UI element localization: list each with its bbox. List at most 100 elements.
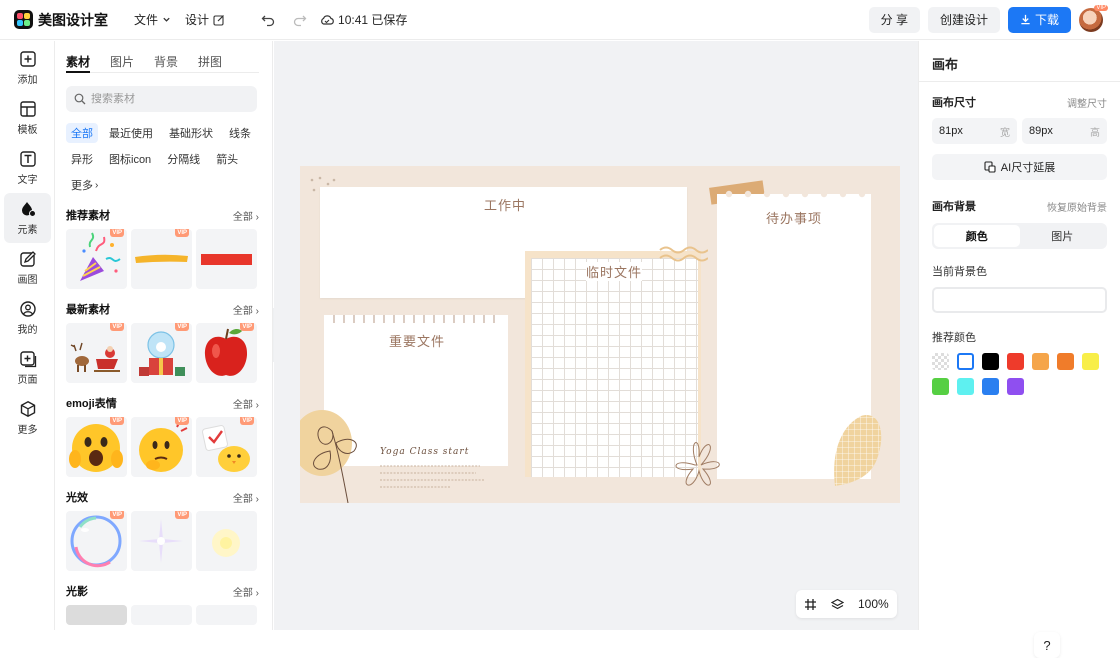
rail-item-draw[interactable]: 画图 bbox=[0, 243, 55, 293]
redo-icon[interactable] bbox=[293, 13, 307, 27]
share-button[interactable]: 分 享 bbox=[868, 6, 920, 33]
material-thumb-apple[interactable]: VIP bbox=[196, 323, 257, 383]
rail-item-more[interactable]: 更多 bbox=[0, 393, 55, 443]
chip-all[interactable]: 全部 bbox=[66, 123, 98, 143]
ai-extend-label: AI尺寸延展 bbox=[1000, 162, 1056, 174]
edit-icon bbox=[213, 14, 224, 26]
app-logo[interactable]: 美图设计室 bbox=[14, 10, 108, 30]
section-title: 光效 bbox=[66, 492, 88, 504]
width-unit: 宽 bbox=[1000, 127, 1010, 139]
color-swatch[interactable] bbox=[1007, 378, 1024, 395]
rail-item-add[interactable]: 添加 bbox=[0, 43, 55, 93]
vip-badge: VIP bbox=[175, 511, 189, 519]
shocked-emoji-icon bbox=[69, 424, 123, 472]
ai-extend-button[interactable]: AI尺寸延展 bbox=[932, 154, 1107, 180]
width-field[interactable]: 宽 bbox=[932, 118, 1017, 144]
template-icon bbox=[19, 101, 36, 117]
see-all-link[interactable]: 全部 › bbox=[233, 208, 259, 223]
color-swatch[interactable] bbox=[932, 353, 949, 370]
page-add-icon bbox=[19, 351, 36, 368]
color-swatch[interactable] bbox=[982, 353, 999, 370]
shadow-thumb[interactable] bbox=[196, 605, 257, 625]
see-all-link[interactable]: 全部 › bbox=[233, 490, 259, 505]
see-all-link[interactable]: 全部 › bbox=[233, 302, 259, 317]
height-input[interactable] bbox=[1029, 125, 1079, 137]
color-swatch[interactable] bbox=[1007, 353, 1024, 370]
chip-dividers[interactable]: 分隔线 bbox=[162, 149, 205, 169]
section-newest: 最新素材 全部 › VIP VIP VIP bbox=[66, 299, 259, 383]
resize-link[interactable]: 调整尺寸 bbox=[1067, 95, 1107, 110]
current-bg-color-swatch[interactable] bbox=[932, 287, 1107, 313]
download-button[interactable]: 下载 bbox=[1007, 6, 1071, 33]
tab-background[interactable]: 背景 bbox=[154, 53, 178, 73]
color-swatch[interactable] bbox=[1057, 353, 1074, 370]
emoji-thumb-shocked[interactable]: VIP bbox=[66, 417, 127, 477]
user-avatar[interactable]: VIP bbox=[1079, 4, 1108, 32]
sparkle-icon bbox=[139, 519, 183, 563]
effect-thumb-glow[interactable] bbox=[196, 511, 257, 571]
download-icon bbox=[1021, 14, 1030, 25]
divider bbox=[919, 81, 1120, 82]
emoji-thumb-chick[interactable]: VIP bbox=[196, 417, 257, 477]
material-thumb-red-bar[interactable] bbox=[196, 229, 257, 289]
rail-item-mine[interactable]: 我的 bbox=[0, 293, 55, 343]
material-thumb-sleigh[interactable]: VIP bbox=[66, 323, 127, 383]
create-design-button[interactable]: 创建设计 bbox=[927, 6, 1000, 33]
design-canvas[interactable]: 工作中 待办事项 临时文件 重要文件 Yoga Class start bbox=[300, 166, 900, 503]
search-input[interactable] bbox=[91, 93, 251, 105]
design-menu-label: 设计 bbox=[185, 13, 210, 27]
chip-recent[interactable]: 最近使用 bbox=[104, 123, 158, 143]
help-button[interactable]: ? bbox=[1034, 632, 1060, 658]
seg-image[interactable]: 图片 bbox=[1020, 225, 1106, 247]
design-menu[interactable]: 设计 bbox=[185, 11, 225, 28]
tab-material[interactable]: 素材 bbox=[66, 53, 91, 73]
rail-item-page[interactable]: 页面 bbox=[0, 343, 55, 393]
emoji-thumb-thinking[interactable]: VIP bbox=[131, 417, 192, 477]
shadow-thumb[interactable] bbox=[66, 605, 127, 625]
chip-irregular[interactable]: 异形 bbox=[66, 149, 98, 169]
see-all-link[interactable]: 全部 › bbox=[233, 584, 259, 599]
chip-more[interactable]: 更多 › bbox=[66, 175, 103, 195]
color-swatch[interactable] bbox=[957, 378, 974, 395]
file-menu[interactable]: 文件 bbox=[134, 11, 171, 28]
canvas-settings-panel: 画布 画布尺寸 调整尺寸 宽 高 AI尺寸延展 画布背景 恢复原始背景 颜色 图… bbox=[918, 41, 1120, 630]
see-all-link[interactable]: 全部 › bbox=[233, 396, 259, 411]
spiral-binding bbox=[333, 315, 495, 323]
layers-icon[interactable] bbox=[831, 598, 844, 611]
chip-arrows[interactable]: 箭头 bbox=[211, 149, 243, 169]
see-all-label: 全部 bbox=[232, 399, 253, 411]
chip-lines[interactable]: 线条 bbox=[224, 123, 256, 143]
effect-thumb-sparkle[interactable]: VIP bbox=[131, 511, 192, 571]
section-recommended: 推荐素材 全部 › VIP VIP bbox=[66, 205, 259, 289]
file-menu-label: 文件 bbox=[134, 13, 159, 27]
material-thumb-party-popper[interactable]: VIP bbox=[66, 229, 127, 289]
rail-item-elements[interactable]: 元素 bbox=[4, 193, 51, 243]
chip-icons[interactable]: 图标icon bbox=[104, 149, 156, 169]
chip-basic-shapes[interactable]: 基础形状 bbox=[164, 123, 218, 143]
effect-thumb-bubble[interactable]: VIP bbox=[66, 511, 127, 571]
color-swatch[interactable] bbox=[957, 353, 974, 370]
help-label: ? bbox=[1043, 637, 1051, 653]
note-important-title: 重要文件 bbox=[389, 335, 446, 350]
color-swatch[interactable] bbox=[932, 378, 949, 395]
grid-hash-icon[interactable] bbox=[804, 598, 817, 611]
color-swatch[interactable] bbox=[982, 378, 999, 395]
see-all-label: 全部 bbox=[232, 587, 253, 599]
undo-icon[interactable] bbox=[261, 13, 275, 27]
width-input[interactable] bbox=[939, 125, 989, 137]
rail-item-template[interactable]: 模板 bbox=[0, 93, 55, 143]
tab-image[interactable]: 图片 bbox=[110, 53, 134, 73]
seg-color[interactable]: 颜色 bbox=[934, 225, 1020, 247]
save-status-text: 10:41 已保存 bbox=[338, 13, 408, 27]
height-field[interactable]: 高 bbox=[1022, 118, 1107, 144]
color-swatch[interactable] bbox=[1032, 353, 1049, 370]
shadow-thumb[interactable] bbox=[131, 605, 192, 625]
snow-globe-icon bbox=[139, 331, 185, 376]
rail-item-text[interactable]: 文字 bbox=[0, 143, 55, 193]
material-thumb-snow-globe[interactable]: VIP bbox=[131, 323, 192, 383]
zoom-level[interactable]: 100% bbox=[858, 597, 889, 611]
material-thumb-yellow-stroke[interactable]: VIP bbox=[131, 229, 192, 289]
restore-bg-link[interactable]: 恢复原始背景 bbox=[1047, 199, 1107, 214]
tab-collage[interactable]: 拼图 bbox=[198, 53, 222, 73]
color-swatch[interactable] bbox=[1082, 353, 1099, 370]
